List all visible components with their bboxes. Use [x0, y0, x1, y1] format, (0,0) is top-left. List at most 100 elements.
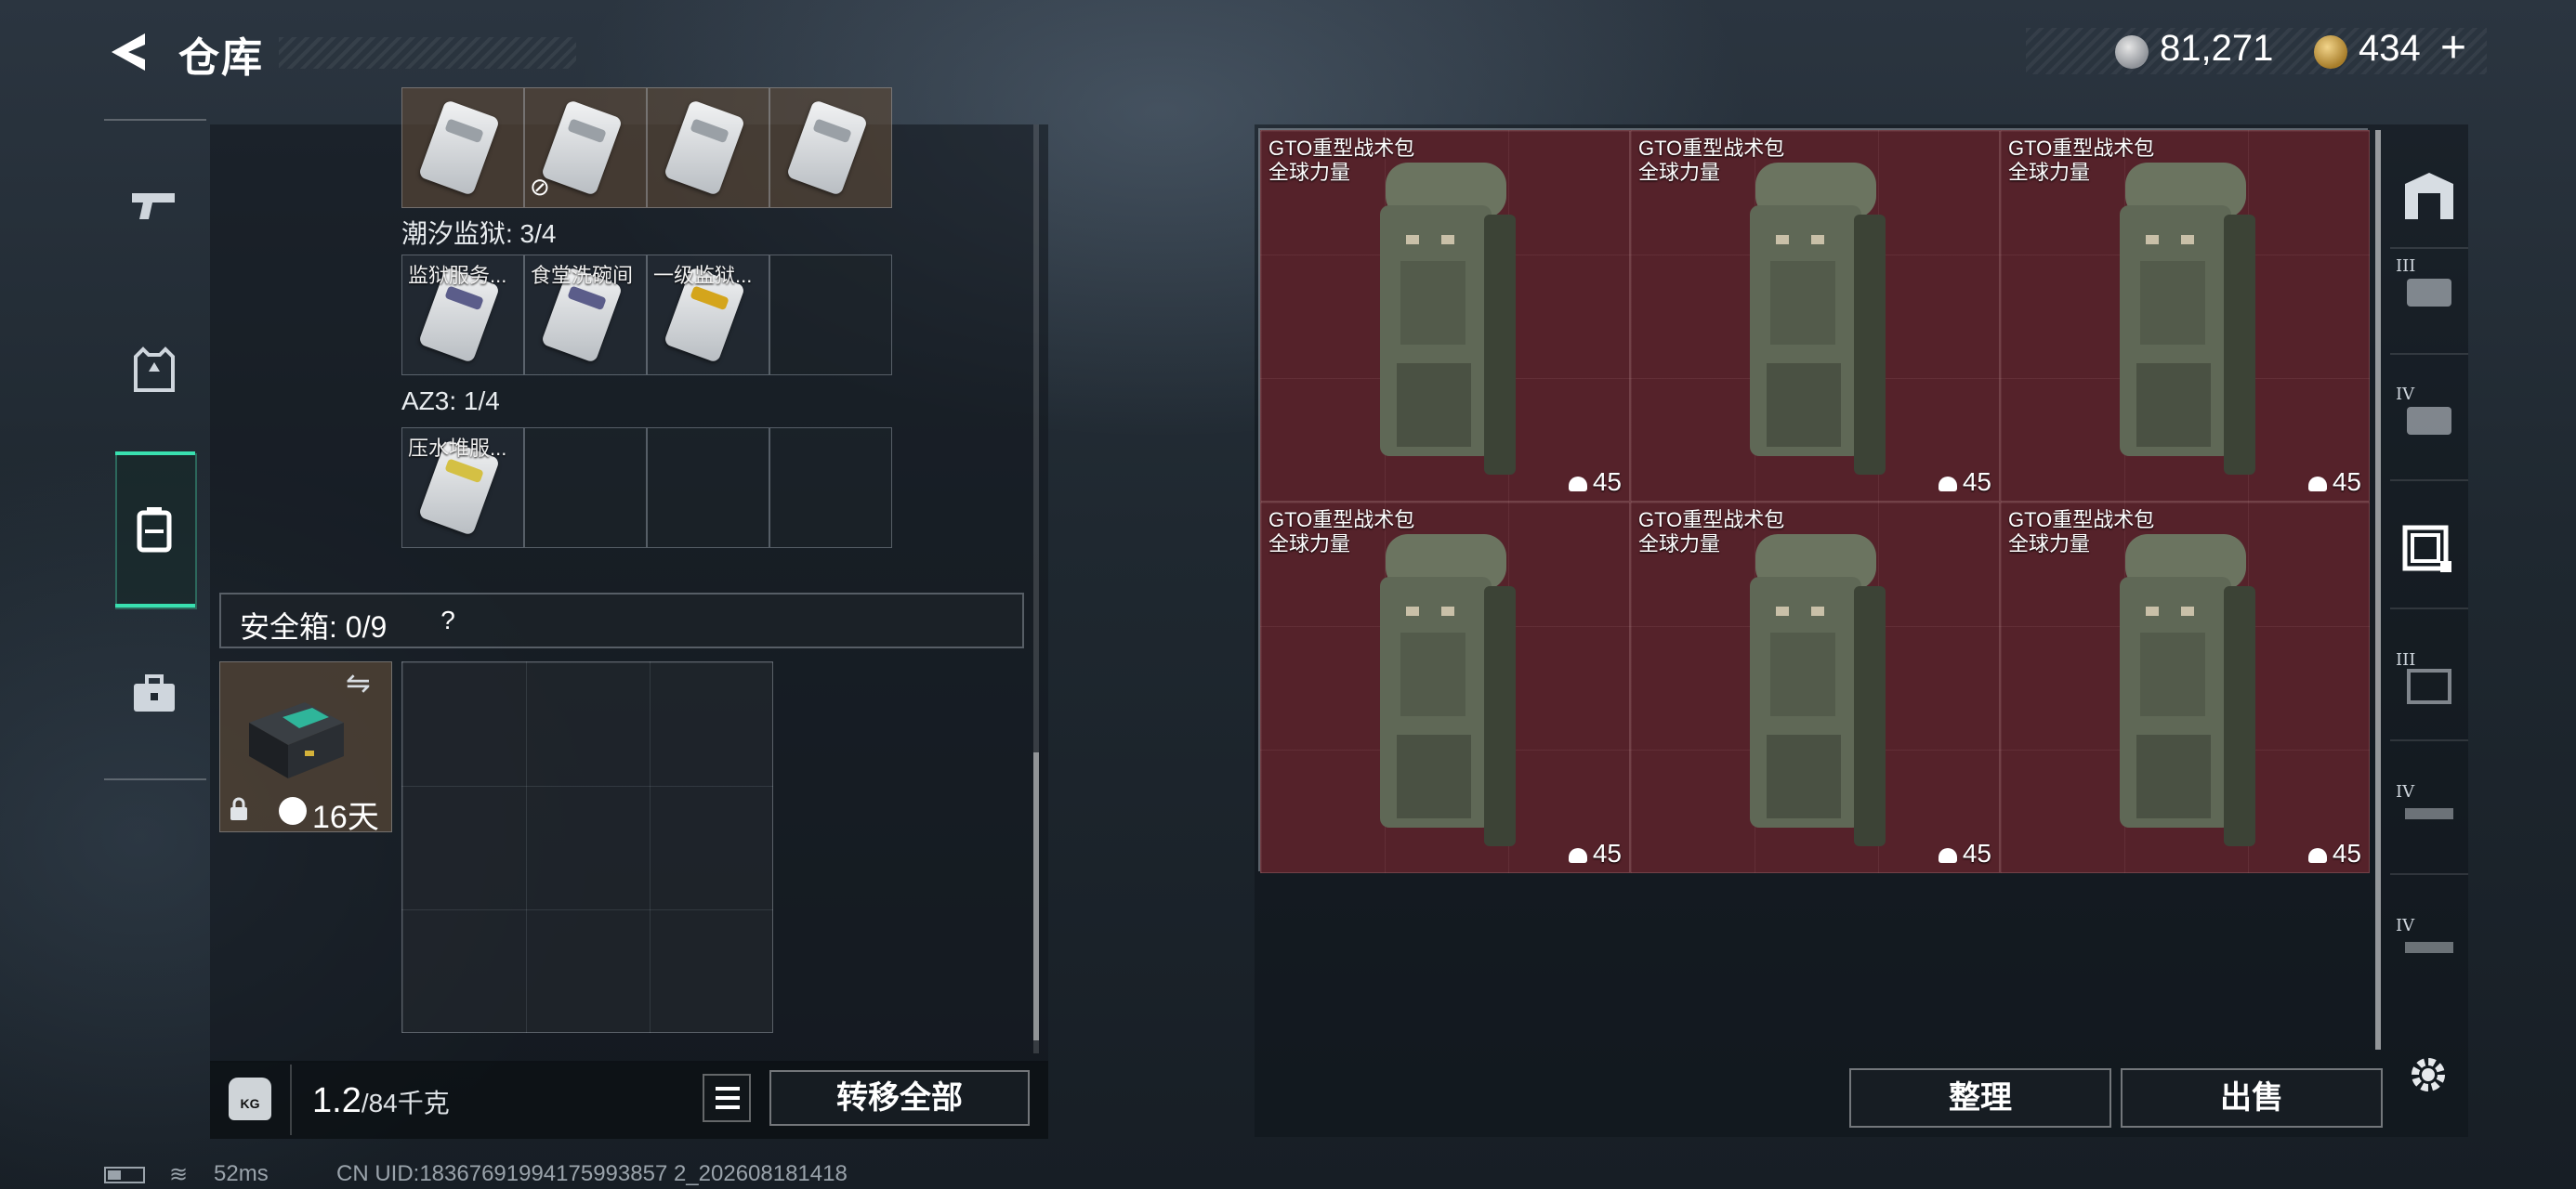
backpack-item[interactable]: GTO重型战术包 全球力量 45: [1630, 130, 2000, 502]
item-capacity: 45: [1938, 839, 1991, 869]
item-brand: 全球力量: [1268, 532, 1351, 555]
backpack-item[interactable]: GTO重型战术包 全球力量 45: [2000, 130, 2370, 502]
rail-separator: [2390, 873, 2468, 875]
capacity-value: 45: [1962, 467, 1991, 496]
item-capacity: 45: [1568, 839, 1622, 869]
keycard-slot[interactable]: 监狱服务...: [401, 255, 524, 375]
weight-readout: 1.2/84千克: [312, 1081, 450, 1121]
gold-currency-amount: 434: [2359, 28, 2421, 69]
backpack-item[interactable]: GTO重型战术包 全球力量 45: [1260, 130, 1630, 502]
item-brand: 全球力量: [2008, 161, 2091, 184]
armor-vest-icon[interactable]: [126, 342, 182, 398]
uid-readout: CN UID:18367691994175993857 2_2026081814…: [336, 1161, 848, 1186]
item-name: GTO重型战术包: [1268, 137, 1415, 160]
transfer-all-button[interactable]: 转移全部: [769, 1070, 1030, 1126]
active-tab-indicator-top: [115, 451, 195, 455]
item-brand: 全球力量: [1268, 161, 1351, 184]
backpack-item[interactable]: GTO重型战术包 全球力量 45: [2000, 502, 2370, 873]
section-label-az3: AZ3: 1/4: [401, 386, 500, 415]
battery-icon: [104, 1167, 145, 1183]
storage-icon[interactable]: [2396, 163, 2463, 230]
keycard-slot[interactable]: 食堂洗碗间: [524, 255, 647, 375]
help-icon[interactable]: ?: [429, 602, 467, 639]
silver-coin-icon: [2115, 35, 2149, 69]
back-arrow-icon[interactable]: [104, 28, 152, 76]
rail-tier-item[interactable]: III: [2396, 256, 2463, 323]
tactical-backpack-icon: [1380, 163, 1516, 475]
armor-icon: [2407, 279, 2451, 307]
clock-icon: [279, 797, 307, 825]
rail-separator: [2390, 353, 2468, 355]
right-scrollbar[interactable]: [2375, 130, 2381, 1050]
item-capacity: 45: [1938, 467, 1991, 497]
helmet-icon: [2307, 847, 2327, 863]
tactical-backpack-icon: [1380, 534, 1516, 846]
rail-separator: [2390, 739, 2468, 741]
capacity-value: 45: [1592, 839, 1622, 868]
weight-max: /84千克: [361, 1089, 450, 1117]
pouch-icon: [2407, 669, 2451, 704]
helmet-icon: [1568, 476, 1587, 491]
stash-grid: GTO重型战术包 全球力量 45 GTO重型战术包 全球力量 45 GTO重型战术包 全球力量…: [1258, 128, 2370, 873]
keycard-slot[interactable]: 一级监狱...: [647, 255, 769, 375]
helmet-icon: [2307, 476, 2327, 491]
gear-icon[interactable]: [2403, 1050, 2453, 1100]
rail-tier-item[interactable]: IV: [2396, 782, 2463, 849]
item-name: GTO重型战术包: [1638, 508, 1785, 531]
swap-icon[interactable]: ⇋: [346, 665, 371, 700]
rail-tier-item[interactable]: IV: [2396, 916, 2463, 983]
list-view-button[interactable]: [703, 1074, 751, 1122]
backpack-item[interactable]: GTO重型战术包 全球力量 45: [1260, 502, 1630, 873]
backpack-slot-icon[interactable]: [2396, 516, 2463, 583]
weight-divider: [290, 1065, 292, 1135]
backpack-icon: [137, 507, 172, 553]
rail-separator: [2390, 247, 2468, 249]
rail-divider-bottom: [104, 778, 206, 780]
section-label-tidal-prison: 潮汐监狱: 3/4: [401, 219, 557, 248]
rifle-icon: [2405, 942, 2453, 953]
keycard-slot-empty[interactable]: [769, 255, 892, 375]
safe-box-grid[interactable]: [401, 661, 773, 1033]
keycard-name: 一级监狱...: [653, 264, 753, 287]
silver-currency-amount: 81,271: [2160, 28, 2274, 69]
rail-tier-item[interactable]: IV: [2396, 385, 2463, 451]
item-name: GTO重型战术包: [1268, 508, 1415, 531]
keycard-row-az3: 压水堆服...: [401, 427, 892, 548]
keycard-slot-empty[interactable]: [647, 427, 769, 548]
rifle-icon: [2405, 808, 2453, 819]
add-currency-button[interactable]: +: [2440, 22, 2466, 73]
item-name: GTO重型战术包: [1638, 137, 1785, 160]
page-title: 仓库: [178, 35, 264, 81]
item-name-block: GTO重型战术包 全球力量: [2008, 508, 2154, 556]
keycard-name: 监狱服务...: [408, 264, 507, 287]
item-name: GTO重型战术包: [2008, 508, 2155, 531]
wifi-icon: ≋: [169, 1162, 189, 1187]
helmet-icon: [1938, 476, 1957, 491]
item-brand: 全球力量: [1638, 532, 1721, 555]
weight-icon: KG: [229, 1078, 271, 1120]
item-brand: 全球力量: [2008, 532, 2091, 555]
weight-current: 1.2: [312, 1081, 361, 1120]
capacity-value: 45: [2332, 467, 2361, 496]
tactical-backpack-icon: [1750, 534, 1886, 846]
capacity-value: 45: [2332, 839, 2361, 868]
item-name-block: GTO重型战术包 全球力量: [1268, 137, 1414, 185]
rail-tier-item[interactable]: III: [2396, 650, 2463, 717]
keycard-slot-empty[interactable]: [769, 427, 892, 548]
keycard-row-tidal-prison: 监狱服务... 食堂洗碗间 一级监狱...: [401, 255, 892, 375]
title-stripe: [279, 37, 576, 69]
item-brand: 全球力量: [1638, 161, 1721, 184]
pistol-icon[interactable]: [126, 178, 182, 234]
helmet-icon: [1568, 847, 1587, 863]
keycard-name: 食堂洗碗间: [531, 264, 634, 287]
toolbox-icon[interactable]: [126, 665, 182, 721]
active-tab-indicator-bottom: [115, 604, 195, 608]
keycard-slot[interactable]: 压水堆服...: [401, 427, 524, 548]
left-scrollbar-thumb[interactable]: [1033, 752, 1039, 1040]
sell-button[interactable]: 出售: [2121, 1068, 2383, 1128]
safe-box-case-icon: [249, 702, 344, 778]
sort-button[interactable]: 整理: [1849, 1068, 2111, 1128]
backpack-item[interactable]: GTO重型战术包 全球力量 45: [1630, 502, 2000, 873]
item-name-block: GTO重型战术包 全球力量: [2008, 137, 2154, 185]
keycard-slot-empty[interactable]: [524, 427, 647, 548]
